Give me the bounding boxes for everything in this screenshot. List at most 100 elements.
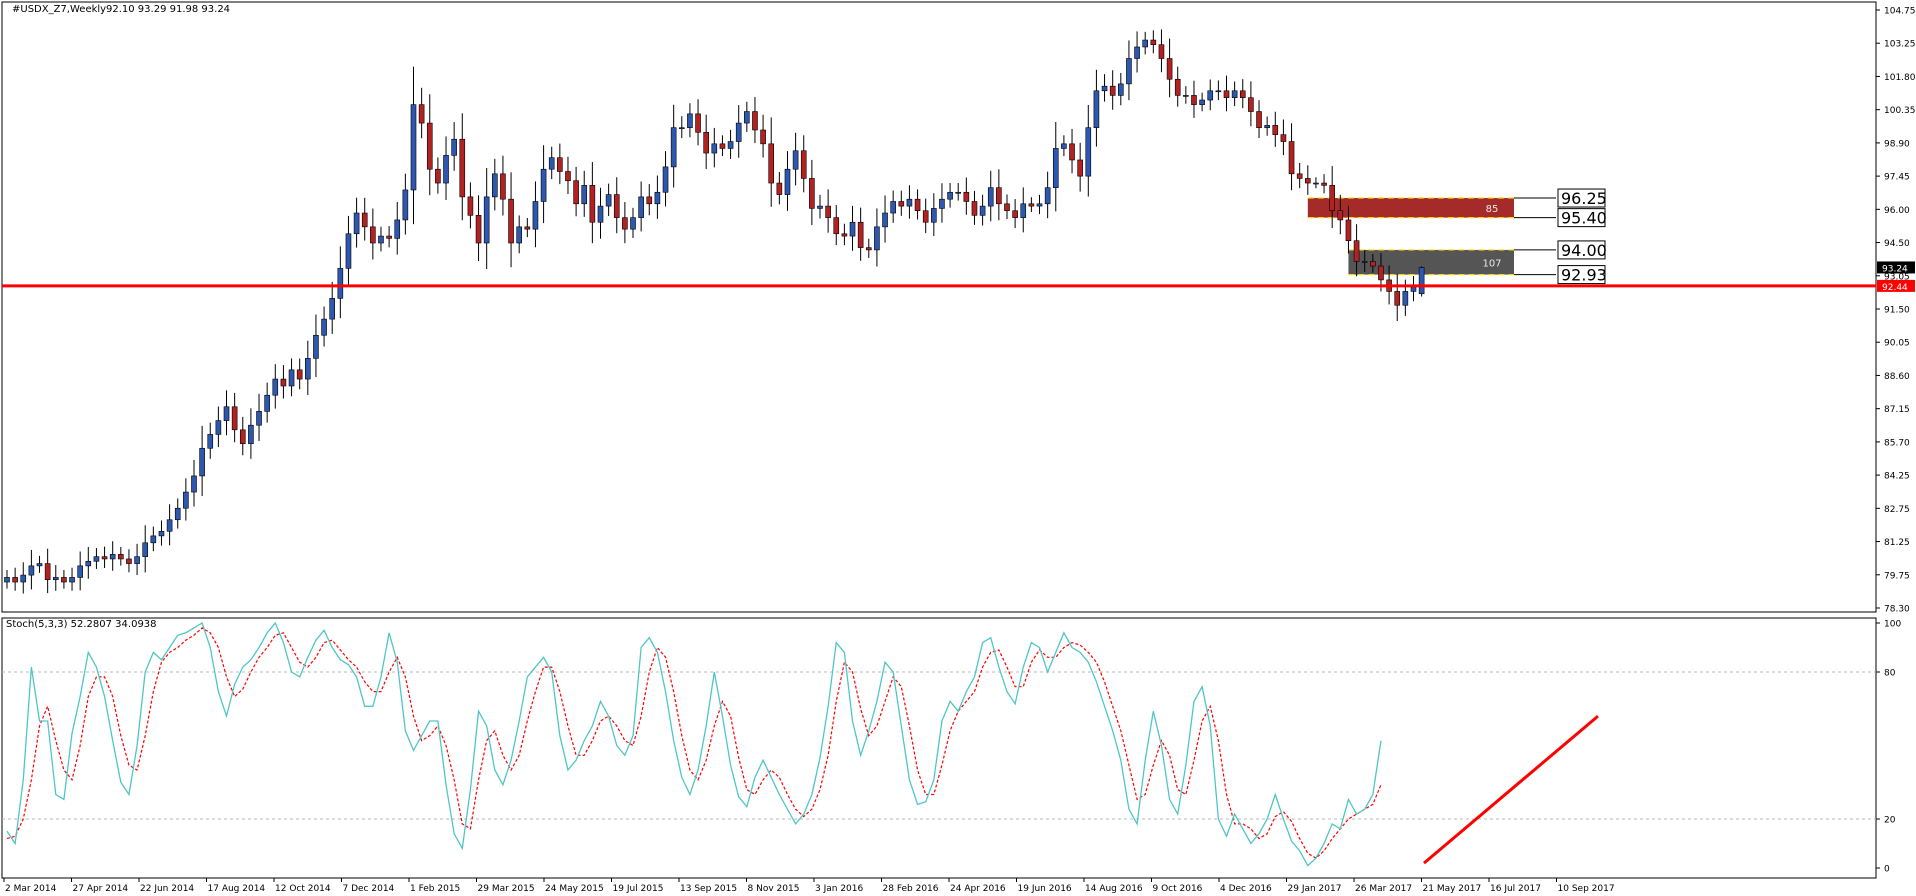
candle-body-bear	[752, 111, 758, 131]
candle-body-bull	[353, 212, 360, 235]
candle	[264, 382, 270, 423]
candle-body-bull	[1410, 286, 1417, 292]
candle	[581, 170, 588, 217]
candle	[142, 525, 149, 573]
candle-body-bear	[296, 369, 303, 380]
candle	[622, 202, 628, 244]
price-tick-label: 104.75	[1884, 7, 1916, 17]
price-tick-label: 98.90	[1884, 139, 1910, 149]
candle-body-bull	[183, 491, 189, 509]
candle	[1231, 81, 1238, 107]
candle	[134, 543, 140, 576]
candle-body-bull	[207, 434, 214, 449]
candle-body-bull	[451, 138, 457, 156]
candle-body-bear	[1191, 95, 1197, 105]
candle	[1044, 171, 1051, 219]
candle	[898, 190, 905, 216]
candle-body-bull	[1183, 95, 1189, 97]
candle-body-bull	[248, 424, 254, 444]
candle-body-bear	[426, 122, 433, 170]
candle-body-bear	[914, 198, 921, 212]
candle-body-bear	[280, 378, 287, 387]
candle	[1077, 142, 1083, 192]
candle-body-bull	[491, 173, 498, 198]
candle-body-bull	[532, 201, 539, 230]
candle-body-bear	[101, 556, 108, 560]
candle	[1158, 29, 1165, 73]
candle	[158, 520, 165, 546]
candle-body-bull	[744, 111, 750, 124]
price-tick-label: 81.25	[1884, 538, 1910, 548]
candle-body-bull	[1061, 143, 1067, 149]
candle	[443, 136, 449, 201]
candle	[231, 392, 238, 443]
candle-body-bear	[1077, 159, 1083, 177]
time-tick-label: 9 Oct 2016	[1153, 884, 1203, 894]
candle	[760, 114, 766, 158]
candle-body-bull	[1101, 85, 1108, 92]
candle-body-bear	[1378, 265, 1384, 281]
candle	[1052, 122, 1059, 212]
stoch-tick-label: 0	[1884, 865, 1890, 875]
price-tick-label: 82.75	[1884, 505, 1910, 515]
candle	[654, 175, 661, 219]
candle-body-bull	[329, 298, 336, 320]
candle-body-bear	[1370, 261, 1376, 267]
candle-body-bull	[987, 187, 994, 207]
candle	[36, 555, 43, 573]
candle-body-bear	[1337, 210, 1344, 221]
candle	[1118, 72, 1124, 106]
candle	[1321, 174, 1327, 194]
candle	[646, 184, 653, 216]
time-tick-label: 8 Nov 2015	[748, 884, 800, 894]
price-tick-label: 87.15	[1884, 405, 1910, 415]
candle	[703, 114, 709, 169]
candle-body-bull	[890, 201, 896, 214]
candle	[1036, 194, 1043, 215]
time-tick-label: 17 Aug 2014	[208, 884, 266, 894]
time-tick-label: 26 Mar 2017	[1355, 884, 1412, 894]
candle	[491, 158, 498, 211]
price-tick-label: 101.80	[1884, 73, 1916, 83]
candle-body-bull	[166, 519, 173, 532]
candle-body-bull	[1020, 203, 1027, 218]
candle	[28, 549, 35, 590]
candle	[435, 157, 441, 194]
candle-body-bull	[52, 577, 59, 581]
candle	[882, 195, 888, 243]
time-tick-label: 16 Jul 2017	[1490, 884, 1541, 894]
candle-body-bear	[1288, 141, 1295, 175]
candle	[1207, 79, 1214, 111]
candle	[272, 364, 279, 409]
candle	[418, 87, 425, 139]
candle	[841, 223, 848, 246]
candle-body-bull	[36, 563, 43, 567]
candle	[719, 135, 726, 157]
candle-body-bear	[996, 187, 1002, 205]
candle-body-bear	[963, 191, 970, 202]
support-price-label: 92.44	[1882, 283, 1908, 293]
time-tick-label: 19 Jul 2015	[613, 884, 664, 894]
candle-body-bull	[191, 475, 197, 493]
candle	[874, 208, 880, 267]
candle-body-bull	[1036, 203, 1043, 207]
candle-body-bull	[4, 577, 10, 583]
price-tick-label: 84.25	[1884, 472, 1910, 482]
candle-body-bull	[597, 205, 604, 223]
candle-body-bear	[231, 406, 238, 431]
candle-body-bear	[565, 171, 571, 182]
candle-body-bull	[402, 189, 409, 221]
candle	[1215, 80, 1222, 101]
candle-body-bear	[573, 180, 579, 205]
candle	[670, 104, 677, 188]
candle	[1085, 104, 1092, 197]
candle	[345, 215, 352, 285]
candle	[1199, 92, 1205, 112]
candle	[459, 113, 466, 221]
time-tick-label: 24 Apr 2016	[950, 884, 1006, 894]
candle	[61, 570, 67, 589]
candle-body-bear	[1296, 173, 1303, 179]
candle	[475, 195, 482, 262]
price-tick-label: 96.00	[1884, 206, 1910, 216]
current-price-label: 93.24	[1882, 264, 1908, 274]
